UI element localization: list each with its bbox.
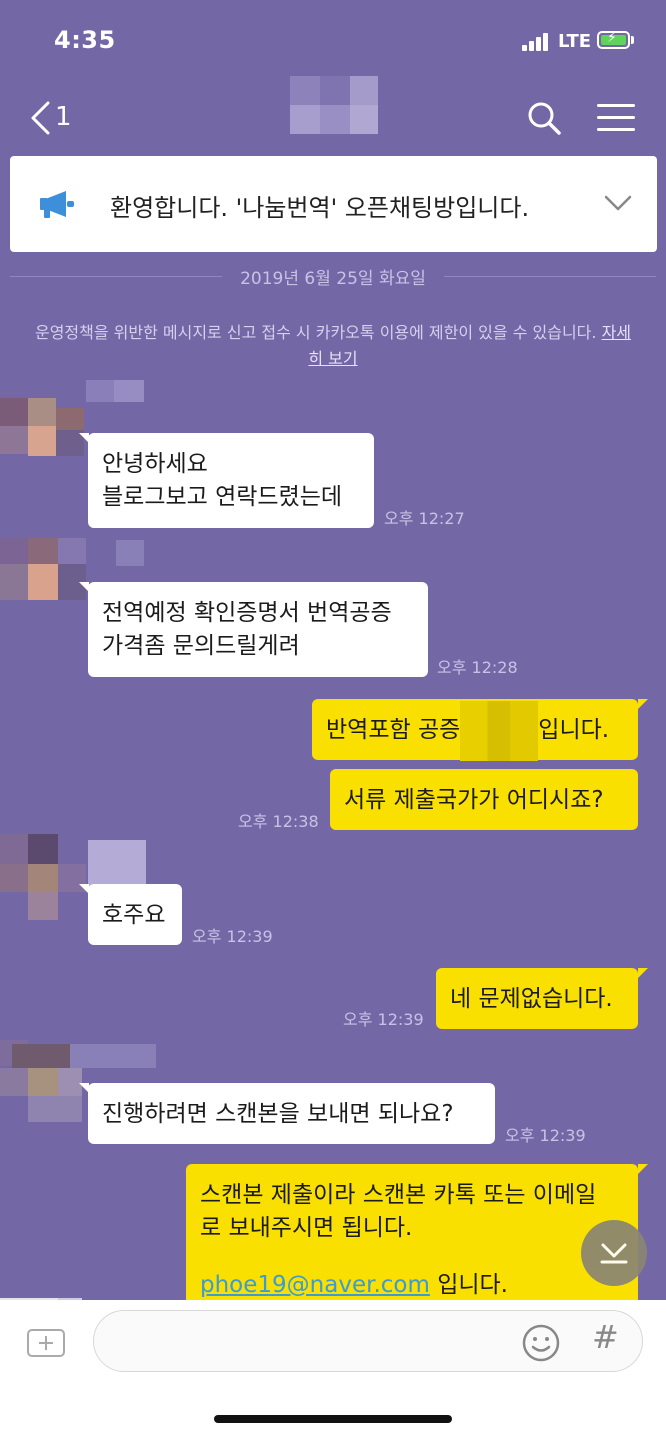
message-time: 오후 12:39 <box>343 1010 424 1029</box>
search-icon <box>528 102 561 135</box>
battery-icon: ⚡ <box>597 30 630 49</box>
avatar[interactable] <box>0 380 144 470</box>
hashtag-button[interactable]: # <box>592 1318 619 1356</box>
bubble-tail <box>79 1083 89 1093</box>
message-time: 오후 12:28 <box>437 658 518 677</box>
outgoing-message[interactable]: 서류 제출국가가 어디시죠? <box>330 769 638 830</box>
back-button[interactable]: 1 <box>28 100 72 136</box>
avatar[interactable] <box>0 834 146 924</box>
message-line: 가격좀 문의드릴게려 <box>102 633 300 659</box>
message-text: 입니다. <box>538 717 610 743</box>
message-line: 서류 제출국가가 어디시죠? <box>344 787 604 813</box>
email-link[interactable]: phoe19@naver.com <box>200 1272 430 1298</box>
emoji-button[interactable] <box>520 1322 562 1368</box>
message-line: 호주요 <box>102 902 166 928</box>
incoming-message[interactable]: 진행하려면 스캔본을 보내면 되나요? <box>88 1083 495 1144</box>
bubble-tail <box>638 968 648 978</box>
notice-text: 환영합니다. '나눔번역' 오픈채팅방입니다. <box>110 194 530 222</box>
status-time: 4:35 <box>54 26 116 54</box>
bubble-tail <box>79 884 89 894</box>
outgoing-message[interactable]: 네 문제없습니다. <box>436 968 638 1029</box>
bubble-tail <box>638 699 648 709</box>
outgoing-message[interactable]: 스캔본 제출이라 스캔본 카톡 또는 이메일 로 보내주시면 됩니다. phoe… <box>186 1164 638 1300</box>
search-button[interactable] <box>526 100 562 140</box>
incoming-message[interactable]: 안녕하세요 블로그보고 연락드렸는데 <box>88 433 374 528</box>
incoming-message[interactable]: 호주요 <box>88 884 182 945</box>
hamburger-icon <box>597 104 635 131</box>
home-indicator <box>214 1415 452 1423</box>
message-time: 오후 12:39 <box>192 927 273 946</box>
message-line: 안녕하세요 <box>102 451 208 477</box>
smiley-icon <box>522 1324 560 1362</box>
bubble-tail <box>638 1164 648 1174</box>
redacted-price <box>460 700 539 761</box>
bubble-tail <box>79 433 89 443</box>
outgoing-message[interactable]: 반역포함 공증 입니다. <box>312 699 638 761</box>
message-time: 오후 12:27 <box>384 509 465 528</box>
policy-text: 운영정책을 위반한 메시지로 신고 접수 시 카카오톡 이용에 제한이 있을 수… <box>34 323 597 342</box>
message-line: 스캔본 제출이라 스캔본 카톡 또는 이메일 <box>200 1182 597 1208</box>
message-line: phoe19@naver.com 입니다. <box>200 1269 624 1300</box>
notice-banner[interactable]: 환영합니다. '나눔번역' 오픈채팅방입니다. <box>10 156 657 252</box>
message-line: 전역예정 확인증명서 번역공증 <box>102 600 392 626</box>
message-time: 오후 12:39 <box>505 1126 586 1145</box>
attach-button[interactable] <box>26 1328 66 1358</box>
scroll-to-bottom-button[interactable] <box>581 1220 647 1286</box>
message-text: 반역포함 공증 <box>326 717 461 743</box>
chevron-left-icon <box>31 101 50 135</box>
signal-icon <box>522 33 552 51</box>
bubble-tail <box>79 582 89 592</box>
chevron-down-to-bottom-icon <box>600 1243 628 1264</box>
message-time: 오후 12:38 <box>238 812 319 831</box>
message-line: 로 보내주시면 됩니다. <box>200 1215 413 1241</box>
plus-box-icon <box>27 1329 65 1357</box>
incoming-message[interactable]: 전역예정 확인증명서 번역공증 가격좀 문의드릴게려 <box>88 582 428 677</box>
network-label: LTE <box>558 31 592 52</box>
hashtag-icon: # <box>592 1318 619 1356</box>
message-line: 진행하려면 스캔본을 보내면 되나요? <box>102 1101 454 1127</box>
message-text: 입니다. <box>429 1272 508 1298</box>
message-line: 블로그보고 연락드렸는데 <box>102 484 343 510</box>
avatar[interactable] <box>0 538 144 628</box>
avatar[interactable] <box>0 1040 156 1130</box>
chevron-down-icon[interactable] <box>604 194 632 212</box>
policy-notice: 운영정책을 위반한 메시지로 신고 접수 시 카카오톡 이용에 제한이 있을 수… <box>30 320 636 372</box>
message-line: 네 문제없습니다. <box>450 986 613 1012</box>
menu-button[interactable] <box>597 104 635 136</box>
battery-nub <box>631 36 634 44</box>
unread-count: 1 <box>55 102 72 132</box>
megaphone-icon <box>40 191 74 218</box>
date-divider: 2019년 6월 25일 화요일 <box>240 269 426 289</box>
chat-title-blurred <box>290 76 378 134</box>
